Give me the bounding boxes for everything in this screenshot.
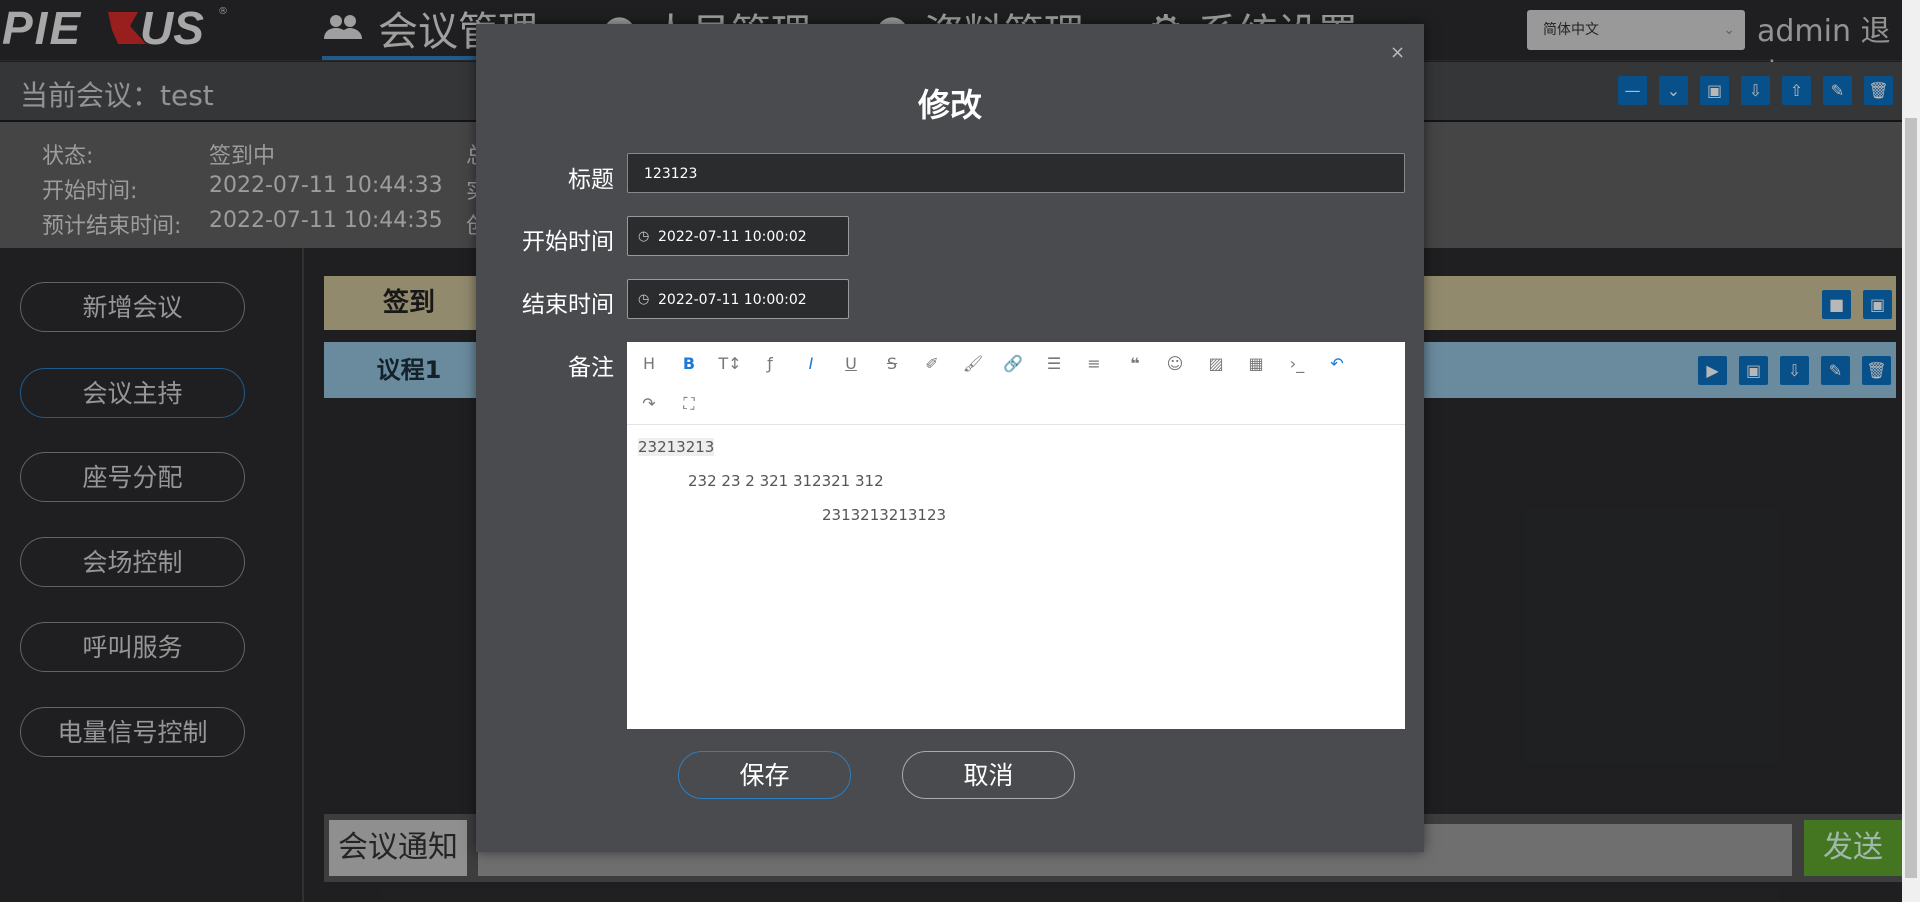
font-size-icon[interactable]: T↕ bbox=[718, 352, 742, 376]
clock-icon: ◷ bbox=[638, 229, 650, 244]
clock-icon: ◷ bbox=[638, 292, 650, 307]
scrollbar-thumb[interactable] bbox=[1905, 118, 1917, 878]
list-icon[interactable]: ☰ bbox=[1042, 352, 1066, 376]
save-button[interactable]: 保存 bbox=[678, 751, 851, 799]
editor-line: 232 23 2 321 312321 312 bbox=[688, 472, 884, 490]
heading-icon[interactable]: H bbox=[637, 352, 661, 376]
fullscreen-icon[interactable]: ⛶ bbox=[677, 392, 701, 416]
dialog-title: 修改 bbox=[917, 86, 982, 124]
strikethrough-icon[interactable]: S bbox=[880, 352, 904, 376]
link-icon[interactable]: 🔗 bbox=[1001, 352, 1025, 376]
emoji-icon[interactable]: ☺ bbox=[1163, 352, 1187, 376]
underline-icon[interactable]: U bbox=[839, 352, 863, 376]
editor-line: 2313213213123 bbox=[822, 506, 947, 524]
table-icon[interactable]: ▦ bbox=[1244, 352, 1268, 376]
editor-line: 23213213 bbox=[638, 438, 715, 456]
brush-icon[interactable]: 🖌 bbox=[961, 352, 985, 376]
highlighter-icon[interactable]: ✐ bbox=[920, 352, 944, 376]
align-icon[interactable]: ≡ bbox=[1082, 352, 1106, 376]
editor-toolbar: H B T↕ ƒ I U S ✐ 🖌 🔗 ☰ ≡ ❝ ☺ ▨ ▦ ›_ ↶ ↷ … bbox=[627, 342, 1405, 425]
start-time-input[interactable]: ◷ 2022-07-11 10:00:02 bbox=[627, 216, 849, 256]
end-time-value: 2022-07-11 10:00:02 bbox=[658, 292, 807, 308]
close-icon[interactable]: × bbox=[1390, 42, 1405, 63]
cancel-button[interactable]: 取消 bbox=[902, 751, 1075, 799]
undo-icon[interactable]: ↶ bbox=[1325, 352, 1349, 376]
start-time-value: 2022-07-11 10:00:02 bbox=[658, 229, 807, 245]
remark-label: 备注 bbox=[568, 355, 614, 381]
image-icon[interactable]: ▨ bbox=[1204, 352, 1228, 376]
bold-icon[interactable]: B bbox=[677, 352, 701, 376]
end-time-label: 结束时间 bbox=[522, 292, 614, 318]
italic-icon[interactable]: I bbox=[799, 352, 823, 376]
title-input[interactable]: 123123 bbox=[627, 153, 1405, 193]
redo-icon[interactable]: ↷ bbox=[637, 392, 661, 416]
code-icon[interactable]: ›_ bbox=[1285, 352, 1309, 376]
font-family-icon[interactable]: ƒ bbox=[758, 352, 782, 376]
title-label: 标题 bbox=[568, 167, 614, 193]
end-time-input[interactable]: ◷ 2022-07-11 10:00:02 bbox=[627, 279, 849, 319]
quote-icon[interactable]: ❝ bbox=[1123, 352, 1147, 376]
start-time-label: 开始时间 bbox=[522, 229, 614, 255]
